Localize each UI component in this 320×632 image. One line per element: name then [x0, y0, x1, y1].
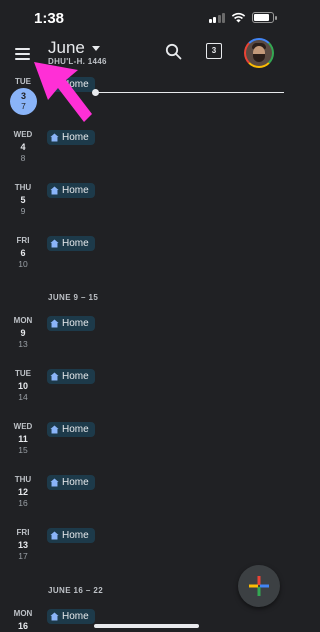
- hijri-day-number: 14: [18, 392, 28, 402]
- hamburger-menu-icon[interactable]: [12, 42, 36, 66]
- battery-icon: [252, 12, 277, 23]
- app-bar: June DHU'L-H. 1446 3: [0, 36, 292, 76]
- day-of-week: TUE: [15, 369, 31, 378]
- day-of-week: FRI: [16, 236, 30, 245]
- home-icon: [50, 478, 59, 487]
- hijri-day-number: 17: [18, 551, 28, 561]
- status-icons: [208, 12, 277, 23]
- day-number: 10: [17, 381, 28, 391]
- day-label[interactable]: THU 5 9: [0, 183, 46, 216]
- caret-down-icon: [91, 46, 100, 51]
- day-number: 11: [18, 434, 28, 444]
- cellular-signal-icon: [208, 12, 225, 23]
- day-of-week: FRI: [16, 528, 30, 537]
- event-title: Home: [62, 477, 89, 488]
- search-icon[interactable]: [164, 42, 184, 62]
- event-title: Home: [62, 238, 89, 249]
- day-label[interactable]: TUE: [0, 77, 46, 86]
- status-time: 1:38: [34, 10, 65, 27]
- hijri-day-number: 9: [20, 206, 26, 216]
- day-of-week: MON: [13, 609, 33, 618]
- day-label[interactable]: FRI 13 17: [0, 528, 46, 561]
- event-title: Home: [62, 424, 89, 435]
- hijri-day-number: 10: [18, 259, 28, 269]
- home-icon: [50, 133, 59, 142]
- hijri-day-number: 7: [21, 101, 26, 111]
- event-chip[interactable]: Home: [47, 422, 95, 437]
- event-chip[interactable]: Home: [47, 77, 95, 92]
- event-title: Home: [62, 318, 89, 329]
- day-of-week: THU: [14, 183, 32, 192]
- battery-level: [254, 14, 270, 21]
- day-of-week: TUE: [15, 77, 31, 86]
- home-icon: [50, 80, 59, 89]
- status-bar: 1:38: [0, 0, 292, 36]
- event-chip[interactable]: Home: [47, 369, 95, 384]
- day-label[interactable]: MON 9 13: [0, 316, 46, 349]
- event-chip[interactable]: Home: [47, 183, 95, 198]
- create-plus-icon: [249, 576, 269, 596]
- home-icon: [50, 372, 59, 381]
- event-title: Home: [62, 611, 89, 622]
- event-title: Home: [62, 371, 89, 382]
- home-indicator: [94, 624, 199, 628]
- day-of-week: MON: [13, 316, 33, 325]
- day-label[interactable]: WED 4 8: [0, 130, 46, 163]
- day-number: 6: [20, 248, 26, 258]
- month-title: June: [48, 38, 85, 57]
- day-number: 5: [20, 195, 26, 205]
- day-label[interactable]: MON 16: [0, 609, 46, 632]
- create-event-button[interactable]: [238, 565, 280, 607]
- avatar[interactable]: [244, 38, 274, 68]
- week-header: JUNE 9 – 15: [48, 293, 99, 302]
- home-icon: [50, 612, 59, 621]
- today-date-circle[interactable]: 37: [10, 88, 37, 115]
- hijri-day-number: 8: [20, 153, 26, 163]
- day-number: 12: [17, 487, 28, 497]
- day-number: 3: [20, 91, 26, 101]
- event-title: Home: [62, 79, 89, 90]
- today-button[interactable]: 3: [206, 43, 222, 59]
- day-number: 16: [17, 621, 28, 631]
- day-number: 13: [17, 540, 28, 550]
- event-chip[interactable]: Home: [47, 316, 95, 331]
- day-label[interactable]: WED 11 15: [0, 422, 46, 455]
- day-label[interactable]: FRI 6 10: [0, 236, 46, 269]
- event-title: Home: [62, 530, 89, 541]
- event-chip[interactable]: Home: [47, 130, 95, 145]
- hijri-day-number: 15: [18, 445, 28, 455]
- month-dropdown[interactable]: June: [48, 38, 100, 58]
- day-number: 9: [20, 328, 26, 338]
- home-icon: [50, 186, 59, 195]
- home-icon: [50, 319, 59, 328]
- home-icon: [50, 531, 59, 540]
- day-of-week: WED: [13, 422, 33, 431]
- event-chip[interactable]: Home: [47, 528, 95, 543]
- event-title: Home: [62, 185, 89, 196]
- home-icon: [50, 239, 59, 248]
- event-chip[interactable]: Home: [47, 475, 95, 490]
- hijri-day-number: 13: [18, 339, 28, 349]
- current-time-line: [96, 92, 284, 93]
- day-number: 4: [20, 142, 26, 152]
- day-of-week: WED: [13, 130, 33, 139]
- hijri-day-number: 16: [18, 498, 28, 508]
- week-header: JUNE 16 – 22: [48, 586, 104, 595]
- home-icon: [50, 425, 59, 434]
- event-title: Home: [62, 132, 89, 143]
- hijri-month-label: DHU'L-H. 1446: [48, 57, 107, 66]
- day-label[interactable]: TUE 10 14: [0, 369, 46, 402]
- event-chip[interactable]: Home: [47, 236, 95, 251]
- wifi-icon: [231, 12, 246, 23]
- event-chip[interactable]: Home: [47, 609, 95, 624]
- day-label[interactable]: THU 12 16: [0, 475, 46, 508]
- day-of-week: THU: [14, 475, 32, 484]
